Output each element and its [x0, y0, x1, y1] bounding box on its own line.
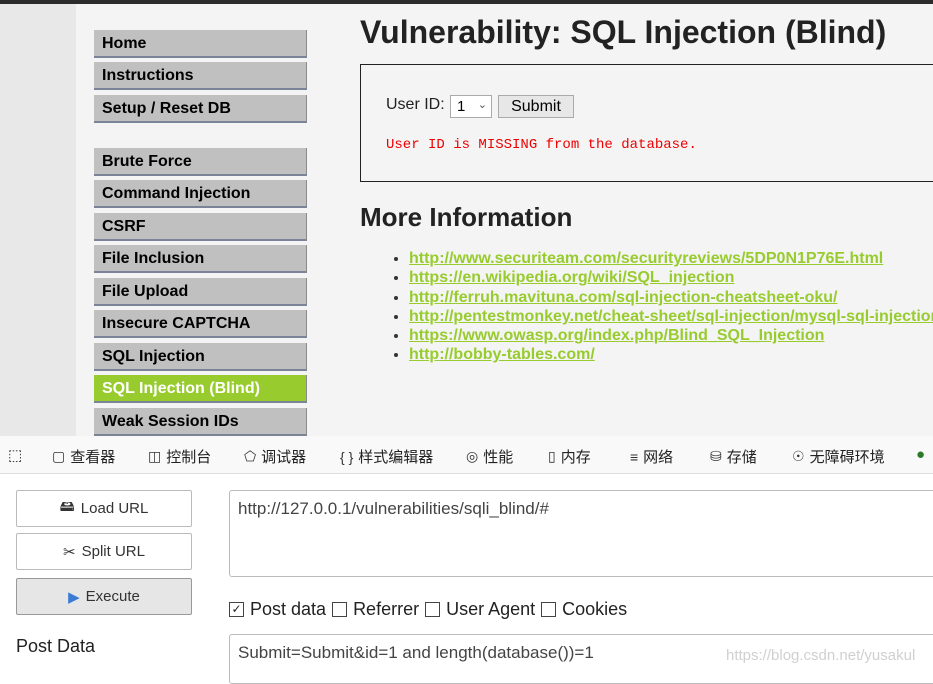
devtools-tab-label: 控制台 — [166, 449, 212, 466]
sidebar-item-weak-session-ids[interactable]: Weak Session IDs — [94, 408, 307, 436]
more-info-link[interactable]: http://pentestmonkey.net/cheat-sheet/sql… — [409, 308, 933, 325]
checkbox-cookies[interactable]: Cookies — [541, 599, 627, 620]
result-message: User ID is MISSING from the database. — [386, 137, 697, 153]
checkbox-label: Cookies — [562, 599, 628, 619]
checkbox-box[interactable] — [332, 602, 348, 617]
inspector-icon: ▢ — [52, 448, 66, 464]
checkbox-label: Post data — [250, 599, 327, 619]
load-url-label: Load URL — [80, 500, 149, 517]
split-url-button[interactable]: ✂ Split URL — [16, 533, 192, 570]
sidebar-item-brute-force[interactable]: Brute Force — [94, 148, 307, 176]
storage-icon: ⛁ — [710, 448, 722, 464]
execute-button[interactable]: ▶ Execute — [16, 578, 192, 615]
devtools-tab-label: 存储 — [726, 449, 757, 466]
scissors-icon: ✂ — [63, 543, 76, 561]
checkbox-label: Referrer — [353, 599, 420, 619]
load-url-button[interactable]: 🖴 Load URL — [16, 490, 192, 527]
checkbox-label: User Agent — [446, 599, 536, 619]
sidebar-item-sql-injection-blind[interactable]: SQL Injection (Blind) — [94, 375, 307, 403]
devtools-tab-label: 内存 — [560, 449, 591, 466]
devtools-tab-debugger[interactable]: ⬠ 调试器 — [244, 446, 306, 467]
page-title: Vulnerability: SQL Injection (Blind) — [360, 14, 887, 50]
sidebar-item-sql-injection[interactable]: SQL Injection — [94, 343, 307, 371]
devtools-toolbar: ⬚ ▢ 查看器 ◫ 控制台 ⬠ 调试器 { } 样式编辑器 ◎ 性能 ▯ 内存 ≡ 网络 ⛁ 存储 ☉ 无障碍环境… — [0, 436, 933, 474]
checkbox-box[interactable]: ✓ — [229, 602, 244, 617]
sqli-form-box: User ID: 1 ⌄ Submit User ID is MISSING fr… — [360, 64, 933, 182]
dvwa-page: Home Instructions Setup / Reset DB Brute Fo… — [76, 4, 933, 436]
user-id-label: User ID: — [386, 96, 445, 113]
devtools-tab-storage[interactable]: ⛁ 存储 — [710, 446, 757, 467]
more-info-links: http://www.securiteam.com/securityreview… — [409, 249, 933, 365]
left-margin — [0, 4, 76, 436]
checkbox-post-data[interactable]: ✓ Post data — [229, 599, 326, 620]
chevron-down-icon: ⌄ — [477, 99, 487, 111]
memory-icon: ▯ — [548, 448, 556, 464]
devtools-tab-accessibility[interactable]: ☉ 无障碍环境 — [792, 446, 885, 467]
checkbox-box[interactable] — [541, 602, 557, 617]
devtools-tab-label: 无障碍环境 — [809, 449, 885, 466]
play-icon: ▶ — [68, 588, 80, 606]
post-data-label: Post Data — [16, 636, 96, 656]
devtools-tab-label: 样式编辑器 — [358, 449, 434, 466]
link-item: http://pentestmonkey.net/cheat-sheet/sql… — [409, 307, 933, 326]
link-item: http://bobby-tables.com/ — [409, 345, 933, 364]
options-checkboxes: ✓ Post data Referrer User Agent Cookies — [229, 599, 627, 620]
split-url-label: Split URL — [81, 543, 145, 560]
devtools-tab-label: 调试器 — [261, 449, 307, 466]
user-id-value: 1 — [457, 98, 466, 115]
link-item: http://www.securiteam.com/securityreview… — [409, 249, 933, 268]
load-url-icon: 🖴 — [59, 498, 75, 515]
style-editor-icon: { } — [340, 448, 354, 465]
accessibility-icon: ☉ — [792, 448, 805, 464]
sidebar-item-command-injection[interactable]: Command Injection — [94, 180, 307, 208]
link-item: https://en.wikipedia.org/wiki/SQL_inject… — [409, 268, 933, 287]
more-info-link[interactable]: https://en.wikipedia.org/wiki/SQL_inject… — [409, 269, 734, 286]
performance-icon: ◎ — [466, 448, 479, 464]
sidebar-item-home[interactable]: Home — [94, 30, 307, 58]
url-textarea[interactable]: http://127.0.0.1/vulnerabilities/sqli_bl… — [229, 490, 933, 577]
sidebar-item-file-inclusion[interactable]: File Inclusion — [94, 245, 307, 273]
sidebar-item-instructions[interactable]: Instructions — [94, 62, 307, 90]
extension-icon[interactable]: ● — [916, 446, 925, 463]
checkbox-referrer[interactable]: Referrer — [332, 599, 419, 620]
devtools-tab-network[interactable]: ≡ 网络 — [630, 446, 673, 467]
network-icon: ≡ — [630, 448, 639, 465]
watermark: https://blog.csdn.net/yusakul — [726, 647, 916, 664]
sidebar-item-setup-reset-db[interactable]: Setup / Reset DB — [94, 95, 307, 123]
devtools-tab-style-editor[interactable]: { } 样式编辑器 — [340, 446, 433, 467]
devtools-tab-label: 性能 — [483, 449, 514, 466]
sidebar-item-csrf[interactable]: CSRF — [94, 213, 307, 241]
more-info-link[interactable]: https://www.owasp.org/index.php/Blind_SQ… — [409, 327, 824, 344]
link-item: https://www.owasp.org/index.php/Blind_SQ… — [409, 326, 933, 345]
more-info-link[interactable]: http://ferruh.mavituna.com/sql-injection… — [409, 289, 838, 306]
devtools-tab-label: 网络 — [643, 449, 674, 466]
checkbox-user-agent[interactable]: User Agent — [425, 599, 535, 620]
more-information-heading: More Information — [360, 202, 573, 232]
debugger-icon: ⬠ — [244, 448, 257, 464]
sidebar-item-file-upload[interactable]: File Upload — [94, 278, 307, 306]
submit-button[interactable]: Submit — [498, 95, 574, 118]
devtools-tab-memory[interactable]: ▯ 内存 — [548, 446, 591, 467]
element-picker-icon[interactable]: ⬚ — [8, 446, 22, 464]
sidebar-item-insecure-captcha[interactable]: Insecure CAPTCHA — [94, 310, 307, 338]
devtools-tab-performance[interactable]: ◎ 性能 — [466, 446, 513, 467]
more-info-link[interactable]: http://bobby-tables.com/ — [409, 346, 595, 363]
devtools-tab-console[interactable]: ◫ 控制台 — [148, 446, 211, 467]
devtools-tab-label: 查看器 — [70, 449, 116, 466]
devtools-tab-inspector[interactable]: ▢ 查看器 — [52, 446, 115, 467]
more-info-link[interactable]: http://www.securiteam.com/securityreview… — [409, 250, 883, 267]
console-icon: ◫ — [148, 448, 162, 464]
execute-label: Execute — [85, 588, 140, 605]
checkbox-box[interactable] — [425, 602, 441, 617]
link-item: http://ferruh.mavituna.com/sql-injection… — [409, 288, 933, 307]
user-id-select[interactable]: 1 ⌄ — [450, 95, 492, 118]
